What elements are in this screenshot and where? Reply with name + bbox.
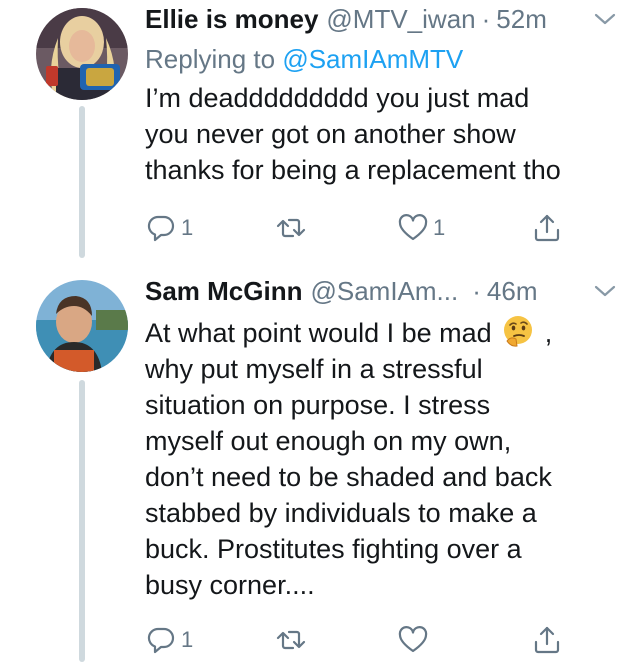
like-count: 1 xyxy=(433,215,446,240)
text-line: myself out enough on my own, xyxy=(145,426,512,456)
share-button[interactable] xyxy=(531,212,563,244)
like-button[interactable] xyxy=(397,624,433,656)
thread-line xyxy=(79,380,85,662)
action-bar: 1 1 xyxy=(145,208,565,248)
reply-icon xyxy=(147,627,175,654)
tweet-ellie[interactable]: Ellie is money @MTV_iwan · 52m Replying … xyxy=(0,0,640,262)
text-line: I’m deaddddddddd you just mad xyxy=(145,83,530,113)
reply-count: 1 xyxy=(181,627,194,652)
reply-count: 1 xyxy=(181,215,194,240)
text-segment: , xyxy=(544,318,553,348)
share-button[interactable] xyxy=(531,624,563,656)
text-segment: At what point would I be mad xyxy=(145,318,492,348)
reply-button[interactable]: 1 xyxy=(145,212,193,244)
text-line: situation on purpose. I stress xyxy=(145,390,491,420)
text-line: don’t need to be shaded and back xyxy=(145,462,552,492)
tweet-text: At what point would I be mad , why put m… xyxy=(145,314,620,603)
text-line: At what point would I be mad , xyxy=(145,314,620,351)
action-bar: 1 xyxy=(145,620,565,660)
retweet-button[interactable] xyxy=(275,212,311,244)
replying-prefix: Replying to xyxy=(145,44,276,74)
display-name[interactable]: Sam McGinn xyxy=(145,274,302,308)
retweet-button[interactable] xyxy=(275,624,311,656)
text-line: stabbed by individuals to make a xyxy=(145,498,537,528)
tweet-sam[interactable]: Sam McGinn @SamIAm... · 46m At what poin… xyxy=(0,262,640,662)
thread-line xyxy=(79,106,85,258)
tweet-header: Ellie is money @MTV_iwan · 52m xyxy=(145,2,620,36)
text-line: busy corner.... xyxy=(145,570,315,600)
handle[interactable]: @MTV_iwan xyxy=(326,2,475,36)
reply-icon xyxy=(147,215,175,242)
separator: · xyxy=(472,276,481,306)
timestamp[interactable]: 52m xyxy=(496,2,547,36)
chevron-down-icon[interactable] xyxy=(592,281,618,301)
text-line: you never got on another show xyxy=(145,119,516,149)
like-button[interactable]: 1 xyxy=(397,212,445,244)
mention-link[interactable]: @SamIAmMTV xyxy=(282,44,463,74)
timestamp[interactable]: 46m xyxy=(487,274,538,308)
heart-icon xyxy=(398,214,428,241)
tweet-text: I’m deaddddddddd you just mad you never … xyxy=(145,80,620,188)
retweet-icon xyxy=(276,218,306,238)
display-name[interactable]: Ellie is money xyxy=(145,2,318,36)
text-line: buck. Prostitutes fighting over a xyxy=(145,534,522,564)
chevron-down-icon[interactable] xyxy=(592,9,618,29)
share-icon xyxy=(534,626,560,654)
retweet-icon xyxy=(276,630,306,650)
text-line: thanks for being a replacement tho xyxy=(145,155,561,185)
avatar-sam[interactable] xyxy=(36,280,128,372)
avatar-ellie[interactable] xyxy=(36,8,128,100)
share-icon xyxy=(534,214,560,242)
handle[interactable]: @SamIAm... xyxy=(310,274,458,308)
tweet-header: Sam McGinn @SamIAm... · 46m xyxy=(145,274,620,308)
reply-button[interactable]: 1 xyxy=(145,624,193,656)
heart-icon xyxy=(398,626,428,653)
thinking-face-emoji-icon xyxy=(504,316,533,347)
text-line: why put myself in a stressful xyxy=(145,354,483,384)
separator: · xyxy=(481,4,491,34)
replying-to: Replying to @SamIAmMTV xyxy=(145,40,620,78)
